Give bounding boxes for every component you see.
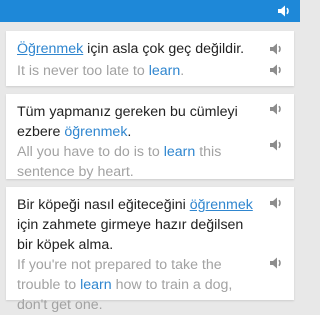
turkish-sentence: Tüm yapmanız gereken bu cümleyi ezbere ö… — [17, 102, 253, 142]
english-keyword: learn — [148, 63, 181, 79]
sentence-card-1: Öğrenmek için asla çok geç değildir. It … — [6, 31, 294, 86]
play-turkish-audio-icon[interactable] — [268, 101, 284, 117]
play-english-audio-icon[interactable] — [268, 137, 284, 153]
top-bar — [0, 0, 300, 22]
english-keyword: learn — [163, 144, 196, 160]
play-english-audio-icon[interactable] — [268, 62, 284, 78]
play-turkish-audio-icon[interactable] — [268, 195, 284, 211]
play-english-audio-icon[interactable] — [268, 255, 284, 271]
english-text-after: . — [180, 63, 185, 79]
english-translation: It is never too late to learn. — [17, 61, 257, 81]
turkish-text-after: için zahmete girmeye hazır değilsen bir … — [17, 217, 244, 253]
turkish-text-before: Bir köpeği nasıl eğiteceğini — [17, 197, 190, 213]
english-translation: If you're not prepared to take the troub… — [17, 255, 257, 315]
english-text-before: All you have to do is to — [17, 144, 164, 160]
turkish-keyword-link[interactable]: öğrenmek — [190, 197, 253, 213]
sentence-card-3: Bir köpeği nasıl eğiteceğini öğrenmek iç… — [6, 187, 294, 313]
play-turkish-audio-icon[interactable] — [268, 41, 284, 57]
turkish-keyword-link[interactable]: Öğrenmek — [17, 41, 83, 57]
english-translation: All you have to do is to learn this sent… — [17, 142, 257, 182]
turkish-text-after: için asla çok geç değildir. — [83, 41, 245, 57]
turkish-text-after: . — [127, 124, 132, 140]
english-keyword: learn — [80, 277, 112, 293]
speaker-icon[interactable] — [276, 3, 292, 19]
turkish-keyword: öğrenmek — [64, 124, 128, 140]
turkish-sentence: Bir köpeği nasıl eğiteceğini öğrenmek iç… — [17, 195, 253, 255]
sentence-card-2: Tüm yapmanız gereken bu cümleyi ezbere ö… — [6, 94, 294, 182]
turkish-sentence: Öğrenmek için asla çok geç değildir. — [17, 39, 253, 59]
english-text-before: It is never too late to — [17, 63, 149, 79]
